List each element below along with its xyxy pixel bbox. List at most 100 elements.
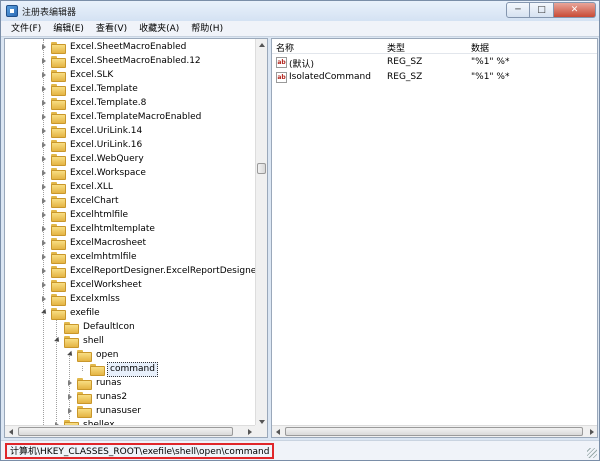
collapsed-arrow-icon[interactable] xyxy=(65,393,74,402)
collapsed-arrow-icon[interactable] xyxy=(39,295,48,304)
collapsed-arrow-icon[interactable] xyxy=(65,379,74,388)
minimize-button[interactable]: ─ xyxy=(506,2,530,18)
collapsed-arrow-icon[interactable] xyxy=(39,197,48,206)
folder-icon xyxy=(90,364,105,376)
scroll-right-icon[interactable] xyxy=(586,426,597,437)
folder-icon xyxy=(77,350,92,362)
value-row[interactable]: ab (默认) REG_SZ "%1" %* xyxy=(272,56,597,70)
tree-hscroll-thumb[interactable] xyxy=(18,427,233,436)
tree-node[interactable]: Excel.Template xyxy=(39,82,140,96)
collapsed-arrow-icon[interactable] xyxy=(39,267,48,276)
registry-tree-pane[interactable]: Excel.SheetMacroEnabled Excel.SheetMacroE… xyxy=(4,38,268,438)
tree-node[interactable]: ExcelReportDesigner.ExcelReportDesignerC… xyxy=(39,264,267,278)
value-row[interactable]: ab IsolatedCommand REG_SZ "%1" %* xyxy=(272,71,597,85)
tree-node[interactable]: Excel.Workspace xyxy=(39,166,148,180)
scroll-left-icon[interactable] xyxy=(5,426,16,437)
tree-node-selected[interactable]: command xyxy=(78,361,158,377)
tree-node[interactable]: Excelhtmltemplate xyxy=(39,222,157,236)
registry-editor-window: 注册表编辑器 ─ □ ✕ 文件(F) 编辑(E) 查看(V) 收藏夹(A) 帮助… xyxy=(0,0,600,461)
tree-node-label: ExcelWorksheet xyxy=(70,279,142,290)
title-bar[interactable]: 注册表编辑器 ─ □ ✕ xyxy=(1,1,599,21)
folder-icon xyxy=(51,140,66,152)
tree-node[interactable]: Excel.SheetMacroEnabled.12 xyxy=(39,54,203,68)
tree-node[interactable]: Excelxmlss xyxy=(39,292,122,306)
tree-node[interactable]: Excelhtmlfile xyxy=(39,208,130,222)
tree-node[interactable]: ExcelWorksheet xyxy=(39,278,144,292)
tree-horizontal-scrollbar[interactable] xyxy=(5,425,255,437)
folder-icon xyxy=(77,406,92,418)
expanded-arrow-icon[interactable] xyxy=(52,337,61,346)
folder-icon xyxy=(51,210,66,222)
tree-node[interactable]: Excel.SheetMacroEnabled xyxy=(39,40,188,54)
collapsed-arrow-icon[interactable] xyxy=(39,141,48,150)
tree-vertical-scrollbar[interactable] xyxy=(255,39,267,427)
collapsed-arrow-icon[interactable] xyxy=(39,99,48,108)
folder-icon xyxy=(51,266,66,278)
tree-node[interactable]: Excel.UriLink.16 xyxy=(39,138,144,152)
collapsed-arrow-icon[interactable] xyxy=(39,127,48,136)
collapsed-arrow-icon[interactable] xyxy=(39,225,48,234)
collapsed-arrow-icon[interactable] xyxy=(39,281,48,290)
collapsed-arrow-icon[interactable] xyxy=(39,57,48,66)
tree-node[interactable]: Excel.UriLink.14 xyxy=(39,124,144,138)
string-value-icon: ab xyxy=(276,57,287,68)
column-header-data[interactable]: 数据 xyxy=(471,41,489,54)
column-header-name[interactable]: 名称 xyxy=(276,41,294,54)
collapsed-arrow-icon[interactable] xyxy=(39,85,48,94)
menu-favorites[interactable]: 收藏夹(A) xyxy=(133,21,185,37)
collapsed-arrow-icon[interactable] xyxy=(39,183,48,192)
value-name: IsolatedCommand xyxy=(289,72,371,82)
tree-node[interactable]: shell xyxy=(52,334,106,348)
expanded-arrow-icon[interactable] xyxy=(65,351,74,360)
tree-node[interactable]: exefile xyxy=(39,306,102,320)
folder-icon xyxy=(51,196,66,208)
tree-node[interactable]: Excel.Template.8 xyxy=(39,96,148,110)
window-title: 注册表编辑器 xyxy=(22,8,77,18)
tree-node[interactable]: open xyxy=(65,348,120,362)
tree-node[interactable]: ExcelChart xyxy=(39,194,121,208)
tree-node[interactable]: DefaultIcon xyxy=(52,320,137,334)
tree-node[interactable]: excelmhtmlfile xyxy=(39,250,139,264)
collapsed-arrow-icon[interactable] xyxy=(39,155,48,164)
collapsed-arrow-icon[interactable] xyxy=(39,169,48,178)
tree-node[interactable]: runas xyxy=(65,376,123,390)
resize-grip-icon[interactable] xyxy=(587,448,597,458)
menu-help[interactable]: 帮助(H) xyxy=(185,21,229,37)
tree-node[interactable]: ExcelMacrosheet xyxy=(39,236,148,250)
tree-node[interactable]: Excel.TemplateMacroEnabled xyxy=(39,110,203,124)
collapsed-arrow-icon[interactable] xyxy=(39,211,48,220)
expanded-arrow-icon[interactable] xyxy=(39,309,48,318)
values-hscroll-thumb[interactable] xyxy=(285,427,583,436)
registry-path: 计算机\HKEY_CLASSES_ROOT\exefile\shell\open… xyxy=(5,443,275,459)
close-button[interactable]: ✕ xyxy=(554,2,596,18)
collapsed-arrow-icon[interactable] xyxy=(65,407,74,416)
values-pane[interactable]: 名称 类型 数据 ab (默认) REG_SZ "%1" %* ab Isola… xyxy=(271,38,598,438)
value-name: (默认) xyxy=(289,60,315,70)
menu-view[interactable]: 查看(V) xyxy=(90,21,133,37)
scroll-left-icon[interactable] xyxy=(272,426,283,437)
collapsed-arrow-icon[interactable] xyxy=(39,253,48,262)
tree-node[interactable]: Excel.XLL xyxy=(39,180,115,194)
menu-file[interactable]: 文件(F) xyxy=(5,21,47,37)
tree-vscroll-thumb[interactable] xyxy=(257,163,266,174)
values-horizontal-scrollbar[interactable] xyxy=(272,425,597,437)
collapsed-arrow-icon[interactable] xyxy=(39,113,48,122)
tree-node[interactable]: Excel.WebQuery xyxy=(39,152,146,166)
scroll-right-icon[interactable] xyxy=(244,426,255,437)
tree-node[interactable]: runas2 xyxy=(65,390,129,404)
folder-icon xyxy=(51,42,66,54)
values-list-header: 名称 类型 数据 xyxy=(272,39,597,54)
maximize-button[interactable]: □ xyxy=(530,2,554,18)
column-header-type[interactable]: 类型 xyxy=(387,41,405,54)
collapsed-arrow-icon[interactable] xyxy=(39,239,48,248)
collapsed-arrow-icon[interactable] xyxy=(39,43,48,52)
folder-icon xyxy=(51,280,66,292)
tree-node[interactable]: Excel.SLK xyxy=(39,68,115,82)
string-value-icon: ab xyxy=(276,72,287,83)
value-data: "%1" %* xyxy=(471,72,510,82)
tree-node-label: command xyxy=(107,361,158,377)
tree-node[interactable]: runasuser xyxy=(65,404,143,418)
scroll-up-icon[interactable] xyxy=(256,39,267,50)
collapsed-arrow-icon[interactable] xyxy=(39,71,48,80)
menu-edit[interactable]: 编辑(E) xyxy=(47,21,90,37)
